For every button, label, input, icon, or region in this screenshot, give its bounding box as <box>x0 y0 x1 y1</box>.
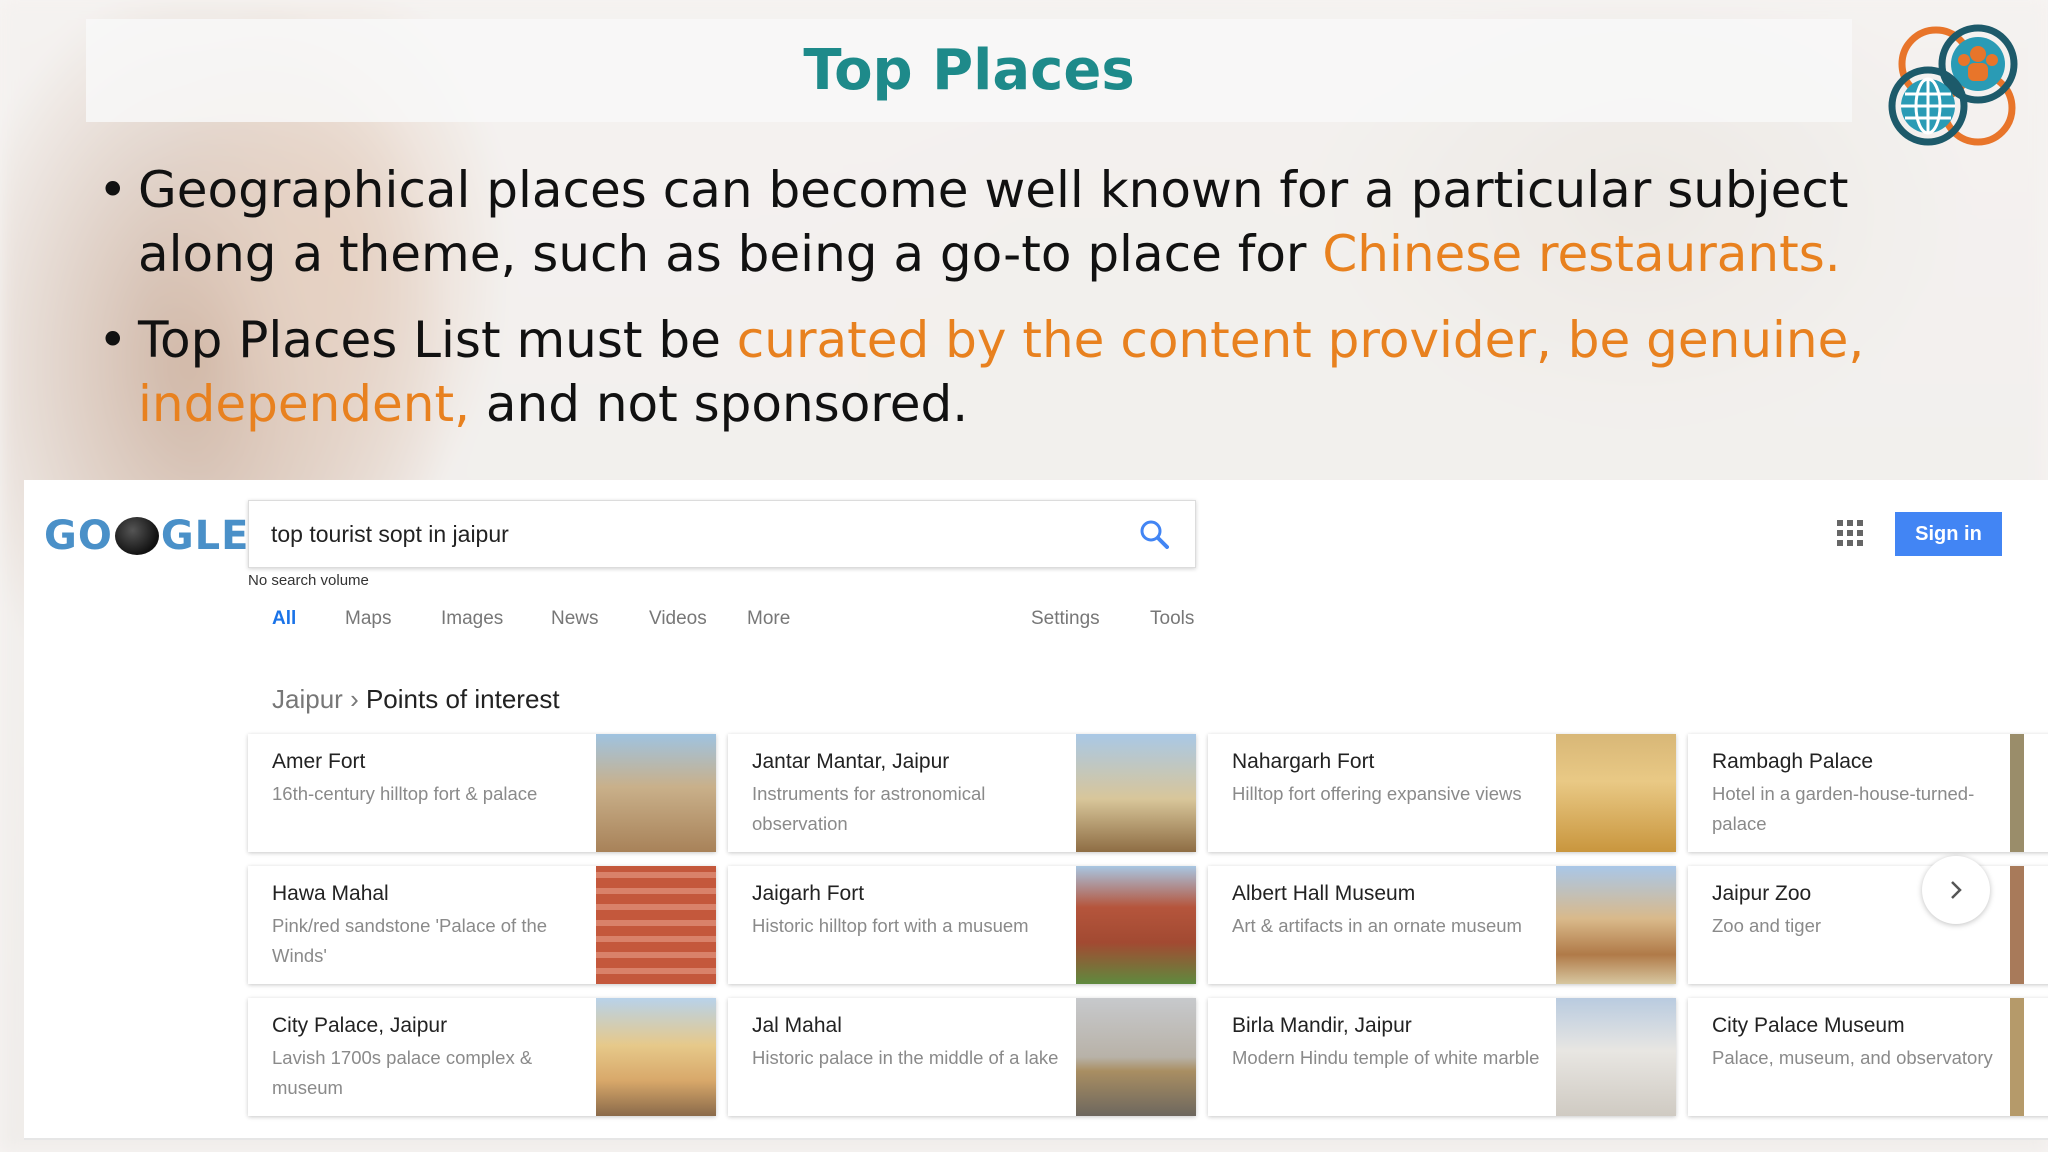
tab-videos[interactable]: Videos <box>649 608 707 630</box>
place-description: Hotel in a garden-house-turned-palace <box>1712 783 1975 834</box>
bullet-list: • Geographical places can become well kn… <box>98 158 1998 458</box>
place-name: Hawa Mahal <box>272 882 389 905</box>
tab-news[interactable]: News <box>551 608 599 630</box>
place-description: Lavish 1700s palace complex & museum <box>272 1047 533 1098</box>
place-name: Jaigarh Fort <box>752 882 865 905</box>
bullet-1-highlight: Chinese restaurants. <box>1322 225 1841 283</box>
place-thumbnail <box>1076 734 1196 852</box>
next-card-edge <box>2010 866 2024 984</box>
place-card[interactable]: Birla Mandir, Jaipur Modern Hindu temple … <box>1208 998 1676 1116</box>
people-globe-logo-icon <box>1888 24 2018 146</box>
place-name: Jantar Mantar, Jaipur <box>752 750 950 773</box>
next-card-edge <box>2010 998 2024 1116</box>
search-icon[interactable] <box>1139 519 1169 549</box>
place-description: Art & artifacts in an ornate museum <box>1232 915 1522 936</box>
tab-tools[interactable]: Tools <box>1150 608 1194 630</box>
place-thumbnail <box>596 998 716 1116</box>
place-description: Modern Hindu temple of white marble <box>1232 1047 1540 1068</box>
place-card[interactable]: Rambagh Palace Hotel in a garden-house-tu… <box>1688 734 2048 852</box>
place-name: Jaipur Zoo <box>1712 882 1812 905</box>
breadcrumb: Jaipur › Points of interest <box>272 684 560 715</box>
divider <box>24 1138 2048 1140</box>
bullet-dot: • <box>98 311 128 369</box>
place-card[interactable]: Amer Fort 16th-century hilltop fort & pal… <box>248 734 716 852</box>
place-name: Nahargarh Fort <box>1232 750 1375 773</box>
place-card[interactable]: Nahargarh Fort Hilltop fort offering expa… <box>1208 734 1676 852</box>
title-band: Top Places <box>86 19 1852 122</box>
search-results-screenshot: GO GLE top tourist sopt in jaipur No sea… <box>24 480 2048 1140</box>
tab-more[interactable]: More <box>747 608 790 630</box>
place-thumbnail <box>596 734 716 852</box>
place-name: Amer Fort <box>272 750 366 773</box>
breadcrumb-current: Points of interest <box>365 684 560 714</box>
bullet-item: • Geographical places can become well kn… <box>98 158 1998 286</box>
place-name: Birla Mandir, Jaipur <box>1232 1014 1412 1037</box>
place-description: Pink/red sandstone 'Palace of the Winds' <box>272 915 548 966</box>
chevron-right-icon <box>1951 881 1962 899</box>
tab-settings[interactable]: Settings <box>1031 608 1100 630</box>
carousel-next-button[interactable] <box>1922 856 1990 924</box>
place-thumbnail <box>596 866 716 984</box>
place-name: Jal Mahal <box>752 1014 842 1037</box>
logo-right-text: GLE <box>160 513 250 559</box>
bullet-2-text-a: Top Places List must be <box>138 311 737 369</box>
breadcrumb-parent[interactable]: Jaipur <box>272 684 343 714</box>
place-thumbnail <box>1556 866 1676 984</box>
place-card[interactable]: City Palace Museum Palace, museum, and ob… <box>1688 998 2048 1116</box>
logo-left-text: GO <box>44 513 113 559</box>
place-name: City Palace, Jaipur <box>272 1014 448 1037</box>
place-card[interactable]: Albert Hall Museum Art & artifacts in an … <box>1208 866 1676 984</box>
bullet-item: • Top Places List must be curated by the… <box>98 308 1998 436</box>
tab-all[interactable]: All <box>272 608 296 630</box>
place-description: Instruments for astronomical observation <box>752 783 986 834</box>
place-card[interactable]: Jaipur Zoo Zoo and tiger <box>1688 866 2048 984</box>
place-thumbnail <box>1076 866 1196 984</box>
search-input[interactable]: top tourist sopt in jaipur <box>248 500 1196 568</box>
place-card[interactable]: Hawa Mahal Pink/red sandstone 'Palace of … <box>248 866 716 984</box>
breadcrumb-separator: › <box>350 684 359 714</box>
bullet-2-text-b: and not sponsored. <box>469 375 969 433</box>
place-thumbnail <box>1556 998 1676 1116</box>
place-description: Historic hilltop fort with a musuem <box>752 915 1029 936</box>
place-name: Rambagh Palace <box>1712 750 1874 773</box>
sign-in-button[interactable]: Sign in <box>1895 512 2002 556</box>
place-thumbnail <box>1076 998 1196 1116</box>
place-description: Hilltop fort offering expansive views <box>1232 783 1522 804</box>
no-search-volume-label: No search volume <box>248 572 369 589</box>
place-description: Historic palace in the middle of a lake <box>752 1047 1059 1068</box>
place-card[interactable]: Jantar Mantar, Jaipur Instruments for ast… <box>728 734 1196 852</box>
place-description: 16th-century hilltop fort & palace <box>272 783 538 804</box>
tab-maps[interactable]: Maps <box>345 608 391 630</box>
next-card-edge <box>2010 734 2024 852</box>
place-card[interactable]: Jaigarh Fort Historic hilltop fort with a… <box>728 866 1196 984</box>
tab-images[interactable]: Images <box>441 608 503 630</box>
place-card[interactable]: Jal Mahal Historic palace in the middle o… <box>728 998 1196 1116</box>
place-name: Albert Hall Museum <box>1232 882 1416 905</box>
slide-title: Top Places <box>803 38 1135 103</box>
search-logo[interactable]: GO GLE <box>44 510 250 562</box>
hockey-puck-icon <box>114 517 159 555</box>
place-name: City Palace Museum <box>1712 1014 1905 1037</box>
apps-grid-icon[interactable] <box>1837 520 1863 546</box>
place-card[interactable]: City Palace, Jaipur Lavish 1700s palace c… <box>248 998 716 1116</box>
place-thumbnail <box>1556 734 1676 852</box>
search-query: top tourist sopt in jaipur <box>271 521 509 547</box>
place-description: Palace, museum, and observatory <box>1712 1047 1993 1068</box>
bullet-dot: • <box>98 161 128 219</box>
